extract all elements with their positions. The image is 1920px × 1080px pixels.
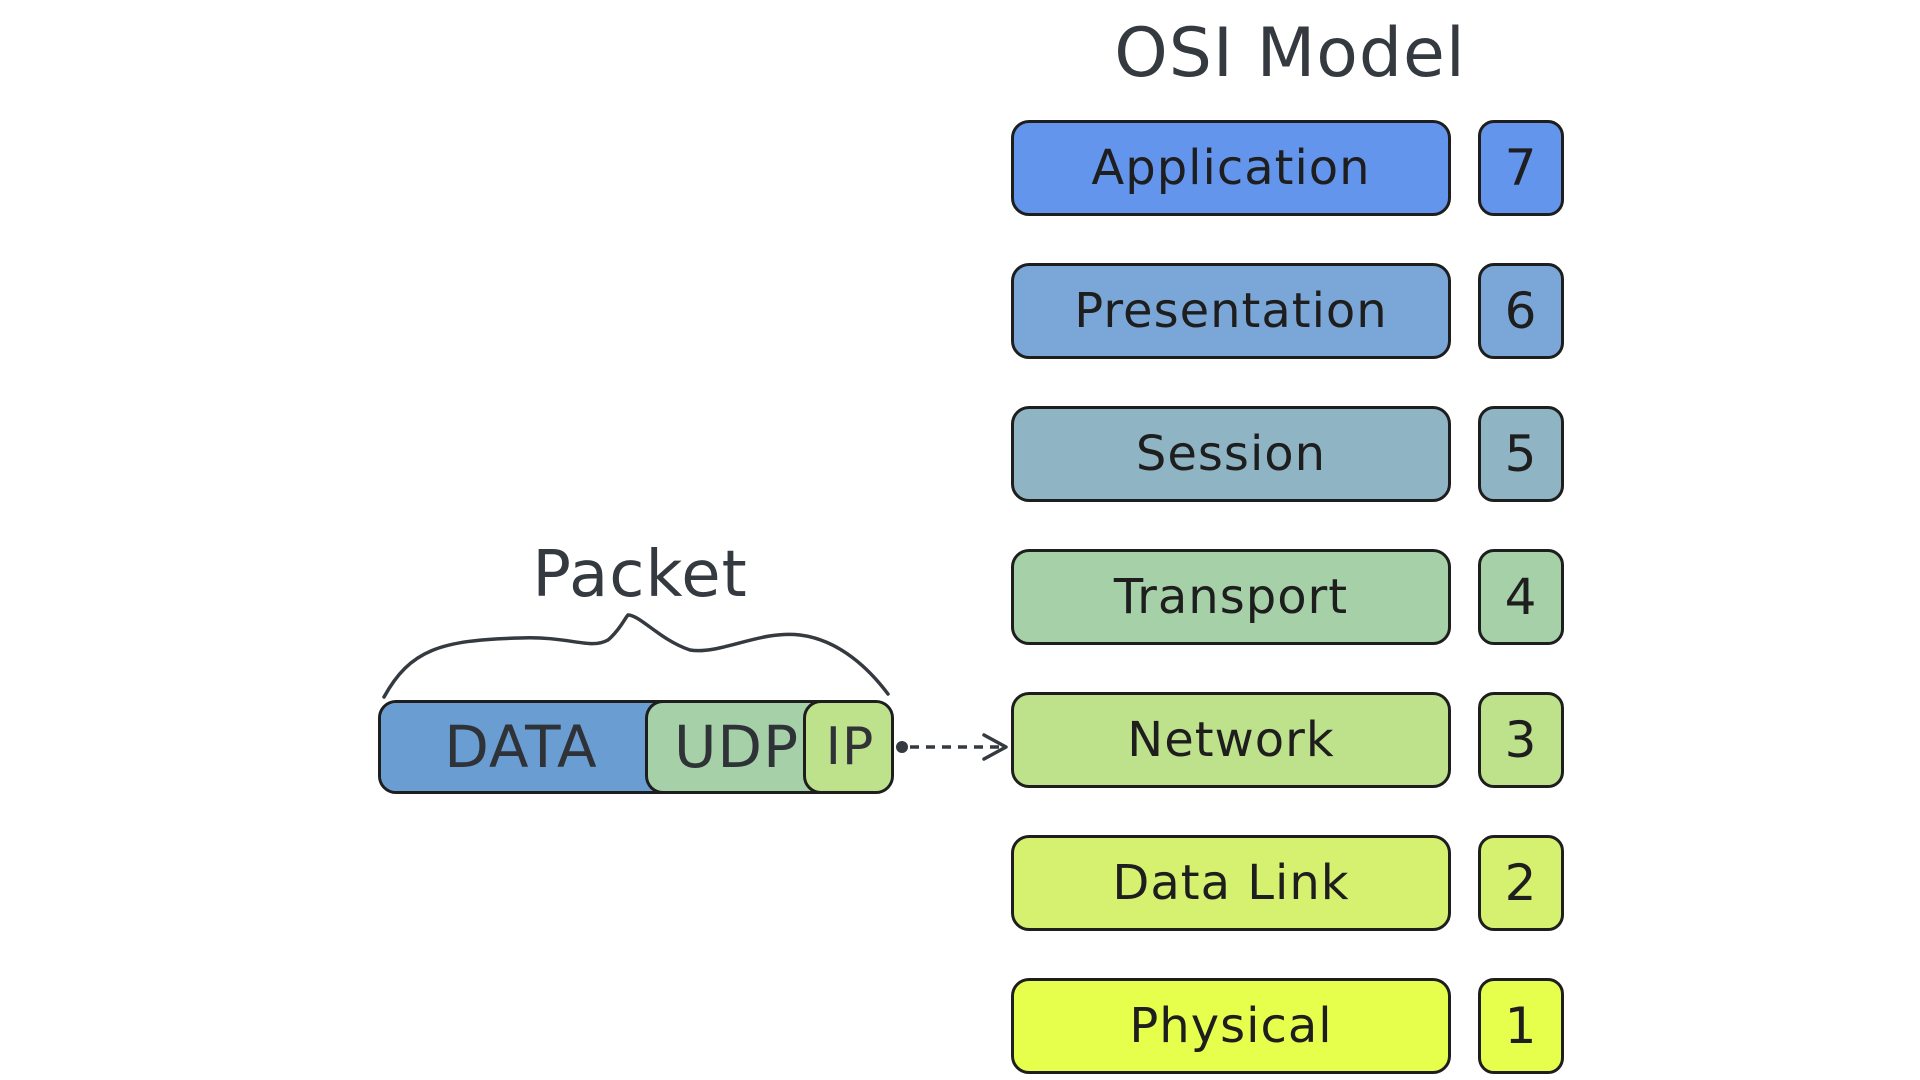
packet-label: Packet (532, 538, 748, 612)
layer-box-transport: Transport (1011, 549, 1451, 645)
layer-number-3: 3 (1478, 692, 1564, 788)
layer-box-physical: Physical (1011, 978, 1451, 1074)
layer-number-6: 6 (1478, 263, 1564, 359)
layer-number-2: 2 (1478, 835, 1564, 931)
arrow-head-icon (982, 733, 1008, 761)
packet-brace (382, 613, 890, 699)
packet-segment-udp: UDP (645, 703, 825, 791)
packet-segment-data: DATA (381, 703, 661, 791)
layer-number-5: 5 (1478, 406, 1564, 502)
layer-box-session: Session (1011, 406, 1451, 502)
layer-box-network: Network (1011, 692, 1451, 788)
layer-box-data-link: Data Link (1011, 835, 1451, 931)
packet-segment-ip: IP (803, 703, 891, 791)
packet-annotations (382, 613, 1008, 761)
layer-box-application: Application (1011, 120, 1451, 216)
layer-number-1: 1 (1478, 978, 1564, 1074)
diagram-title: OSI Model (1114, 14, 1466, 93)
layer-number-7: 7 (1478, 120, 1564, 216)
packet-bar: DATA UDP IP (378, 700, 894, 794)
layer-box-presentation: Presentation (1011, 263, 1451, 359)
layer-number-4: 4 (1478, 549, 1564, 645)
connector-dot (896, 741, 908, 753)
